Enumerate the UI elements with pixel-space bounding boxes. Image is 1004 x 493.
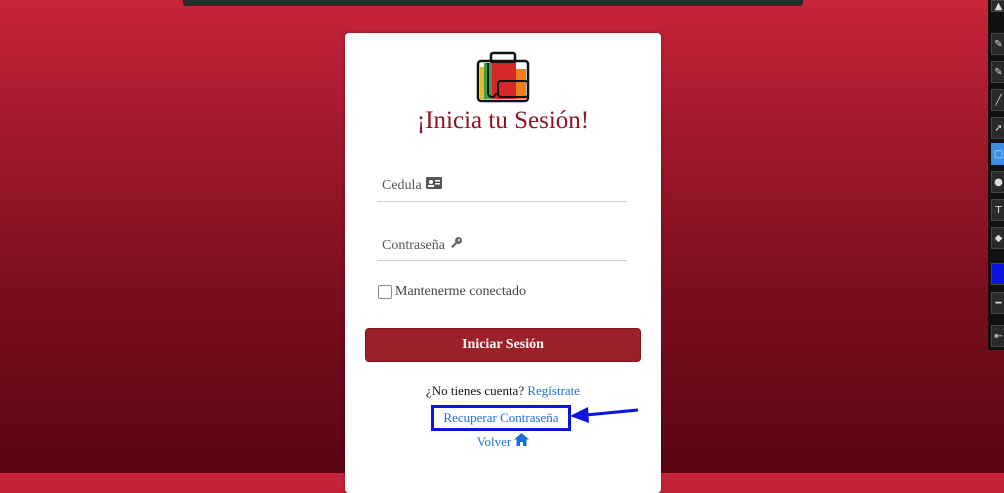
marker-tool-icon[interactable]: ✎ (991, 61, 1004, 83)
blur-tool-icon[interactable]: ● (991, 171, 1004, 193)
line-width-icon[interactable]: ━ (991, 292, 1004, 314)
back-link-row[interactable]: Volver (345, 433, 661, 450)
remember-label: Mantenerme conectado (395, 284, 526, 299)
back-link[interactable]: Volver (477, 434, 511, 450)
key-icon (449, 236, 463, 255)
remember-checkbox[interactable] (378, 285, 392, 299)
no-account-text: ¿No tienes cuenta? (425, 383, 525, 398)
rectangle-tool-icon[interactable]: □ (991, 143, 1004, 165)
arrow-draw-tool-icon[interactable]: ➚ (991, 117, 1004, 139)
register-link[interactable]: Regístrate (527, 383, 580, 398)
recover-password-highlight: Recuperar Contraseña (431, 405, 571, 431)
recover-password-link[interactable]: Recuperar Contraseña (443, 410, 558, 426)
password-label: Contraseña (382, 237, 445, 253)
color-picker-icon[interactable] (991, 263, 1004, 285)
eraser-tool-icon[interactable]: ◆ (991, 227, 1004, 249)
cedula-field[interactable]: Cedula (377, 171, 627, 202)
id-card-icon (425, 177, 442, 194)
password-field[interactable]: Contraseña (377, 230, 627, 261)
collapse-toolbar-icon[interactable]: ⇤ (991, 325, 1004, 347)
home-icon[interactable] (514, 433, 530, 450)
annotation-toolbar: ▲ ✎ ✎ ╱ ➚ □ ● T ◆ ━ ⇤ (988, 0, 1004, 350)
browser-top-bar (183, 0, 803, 6)
pen-tool-icon[interactable]: ✎ (991, 33, 1004, 55)
logo (468, 47, 538, 105)
annotation-arrow-icon (570, 404, 640, 424)
register-prompt: ¿No tienes cuenta? Regístrate (345, 383, 661, 399)
text-tool-icon[interactable]: T (991, 199, 1004, 221)
cedula-label: Cedula (382, 177, 422, 193)
line-tool-icon[interactable]: ╱ (991, 89, 1004, 111)
page-title: ¡Inicia tu Sesión! (416, 107, 590, 134)
remember-me[interactable]: Mantenerme conectado (378, 284, 526, 300)
arrow-tool-icon[interactable]: ▲ (991, 0, 1004, 12)
login-button[interactable]: Iniciar Sesión (365, 328, 641, 362)
